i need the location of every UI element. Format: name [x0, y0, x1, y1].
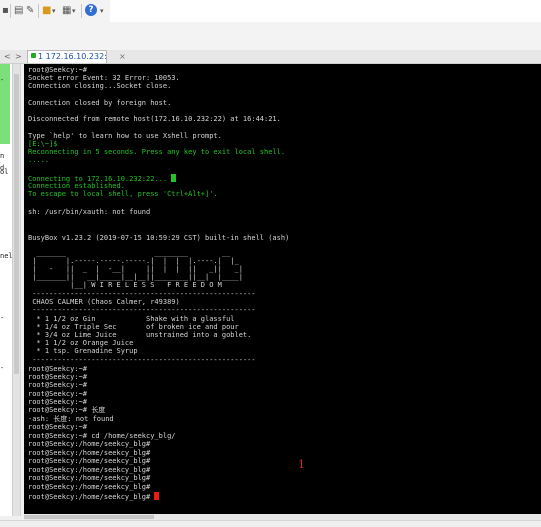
- tab-label: 1 172.16.10.232:22: [38, 52, 107, 61]
- panel-scrollbar-thumb[interactable]: [14, 74, 19, 374]
- chevron-down-icon[interactable]: ▾: [100, 5, 104, 17]
- session-manager-panel[interactable]: - n d ol nel - -: [0, 64, 13, 516]
- terminal-line: root@Seekcy:/home/seekcy_blg#: [28, 440, 151, 448]
- panel-text-fragment: n: [0, 152, 5, 160]
- toolbar-icon-1[interactable]: ▪: [2, 5, 9, 17]
- terminal-line: * 1 1/2 oz Gin Shake with a glassful: [28, 315, 235, 323]
- terminal-line: Connection closed by foreign host.: [28, 99, 172, 107]
- terminal-line: * 1 tsp. Grenadine Syrup: [28, 347, 138, 355]
- toolbar-divider: [10, 4, 11, 18]
- panel-scrollbar[interactable]: [13, 64, 21, 516]
- terminal-line: root@Seekcy:/home/seekcy_blg#: [28, 466, 151, 474]
- toolbar: ▪ ▤ ✎ ■ ▾ ▦ ▾ ? ▾: [0, 0, 541, 23]
- address-bar-area: [0, 22, 541, 51]
- terminal-line: [E:\~]$: [28, 140, 58, 148]
- terminal-line: Socket error Event: 32 Error: 10053.: [28, 74, 180, 82]
- session-tab-bar: < > 1 172.16.10.232:22 ×: [0, 50, 541, 64]
- toolbar-empty-area: [110, 0, 541, 22]
- terminal-line: root@Seekcy:~#: [28, 381, 88, 389]
- terminal-line: _______ ________ __: [28, 249, 231, 257]
- panel-text-fragment: nel: [0, 252, 13, 260]
- terminal-line: ----------------------------------------…: [28, 290, 256, 298]
- terminal-line: root@Seekcy:/home/seekcy_blg#: [28, 457, 151, 465]
- toolbar-icon-2[interactable]: ▤: [14, 5, 23, 17]
- folder-icon[interactable]: ■: [42, 5, 51, 17]
- terminal-cursor: [154, 492, 160, 500]
- terminal-line: root@Seekcy:/home/seekcy_blg#: [28, 493, 151, 501]
- terminal-line: |_______|| __|_____|__|__||________||__|…: [28, 273, 243, 281]
- tab-scroll-left-icon[interactable]: <: [4, 51, 11, 62]
- terminal-line: |__| W I R E L E S S F R E E D O M: [28, 281, 222, 289]
- panel-text-fragment: ol: [0, 168, 9, 176]
- terminal-line: root@Seekcy:~#: [28, 373, 88, 381]
- tab-session-172-16-10-232[interactable]: 1 172.16.10.232:22: [27, 50, 107, 63]
- tab-scroll-right-icon[interactable]: >: [15, 51, 22, 62]
- terminal-prompt-line[interactable]: root@Seekcy:/home/seekcy_blg#: [28, 492, 160, 501]
- terminal-line: * 1 1/2 oz Orange Juice: [28, 339, 134, 347]
- terminal-line: Connection established.: [28, 182, 125, 190]
- terminal-line: sh: /usr/bin/xauth: not found: [28, 208, 151, 216]
- terminal-line: To escape to local shell, press 'Ctrl+Al…: [28, 190, 218, 198]
- terminal-line: root@Seekcy:~#: [28, 398, 88, 406]
- panel-text-fragment: -: [0, 314, 5, 322]
- terminal-line: * 3/4 oz Lime Juice unstrained into a go…: [28, 331, 252, 339]
- terminal-line: root@Seekcy:~#: [28, 390, 88, 398]
- terminal-line: root@Seekcy:~# 长度: [28, 406, 106, 414]
- green-cursor: [171, 174, 177, 182]
- terminal-output[interactable]: root@Seekcy:~# Socket error Event: 32 Er…: [24, 64, 541, 516]
- panel-text-fragment: -: [0, 364, 5, 372]
- annotation-marker: 1: [298, 458, 305, 471]
- tab-close-icon[interactable]: ×: [119, 51, 126, 62]
- chevron-down-icon[interactable]: ▾: [52, 5, 56, 17]
- terminal-line: root@Seekcy:~#: [28, 365, 88, 373]
- terminal-line: -ash: 长度: not found: [28, 415, 114, 423]
- toolbar-divider: [38, 4, 39, 18]
- connected-status-icon: [31, 53, 36, 58]
- terminal-line: Connection closing...Socket close.: [28, 82, 172, 90]
- terminal-line: Type `help' to learn how to use Xshell p…: [28, 132, 222, 140]
- terminal-line: root@Seekcy:~#: [28, 423, 88, 431]
- panel-text-fragment: -: [0, 76, 5, 84]
- terminal-line: | - || _ | -__| || | | || _|| _|: [28, 265, 243, 273]
- terminal-line: * 1/4 oz Triple Sec of broken ice and po…: [28, 323, 239, 331]
- chevron-down-icon[interactable]: ▾: [72, 5, 76, 17]
- terminal-line: ----------------------------------------…: [28, 356, 256, 364]
- terminal-line: | |.-----.-----.-----.| | | |.----.| |_: [28, 257, 239, 265]
- terminal-line: .....: [28, 156, 50, 164]
- terminal-line: root@Seekcy:~# cd /home/seekcy_blg/: [28, 432, 176, 440]
- terminal-line: root@Seekcy:/home/seekcy_blg#: [28, 483, 151, 491]
- toolbar-icon-3[interactable]: ✎: [26, 5, 34, 17]
- layout-icon[interactable]: ▦: [62, 5, 71, 17]
- help-icon[interactable]: ?: [85, 4, 97, 16]
- terminal-line: Reconnecting in 5 seconds. Press any key…: [28, 148, 286, 156]
- terminal-line: ----------------------------------------…: [28, 306, 256, 314]
- terminal-line: root@Seekcy:/home/seekcy_blg#: [28, 449, 151, 457]
- terminal-line: root@Seekcy:~#: [28, 66, 88, 74]
- terminal-line: CHAOS CALMER (Chaos Calmer, r49389): [28, 298, 180, 306]
- toolbar-divider: [81, 4, 82, 18]
- terminal-line: root@Seekcy:/home/seekcy_blg#: [28, 474, 151, 482]
- horizontal-scrollbar-thumb[interactable]: [24, 515, 154, 519]
- terminal-line: BusyBox v1.23.2 (2019-07-15 10:59:29 CST…: [28, 234, 290, 242]
- terminal-line: Disconnected from remote host(172.16.10.…: [28, 115, 281, 123]
